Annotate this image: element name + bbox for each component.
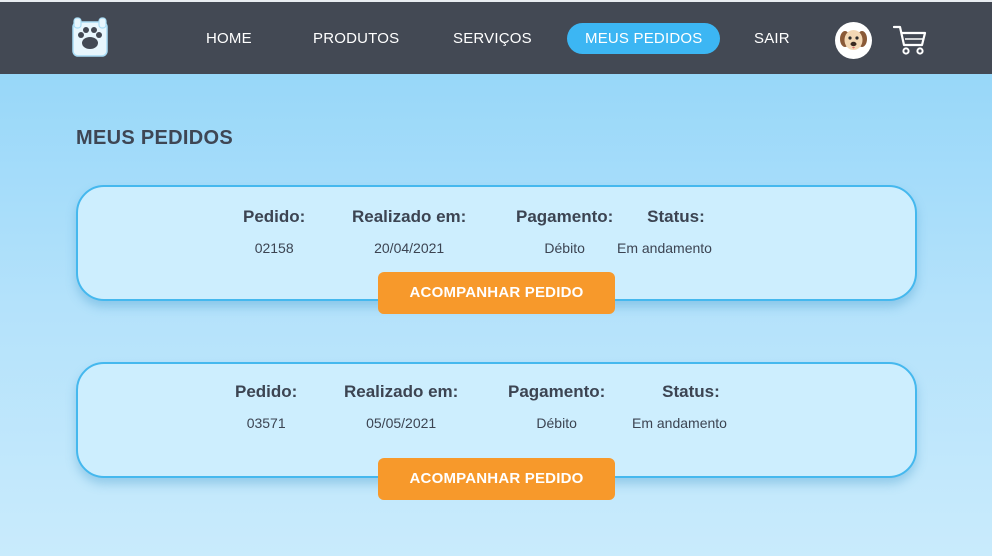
dog-avatar-icon[interactable] [835,22,872,59]
order-number-value: 02158 [254,240,294,256]
order-number-label: Pedido: [243,207,306,226]
order-number-column: Pedido: 02158 [243,207,305,256]
order-number-value: 03571 [246,415,286,431]
order-number-column: Pedido: 03571 [235,382,297,431]
order-status-column: Status: Em andamento [617,207,712,256]
order-status-label: Status: [662,382,720,401]
order-payment-label: Pagamento: [508,382,606,401]
order-payment-value: Débito [544,240,585,256]
order-status-label: Status: [647,207,705,226]
track-order-button[interactable]: ACOMPANHAR PEDIDO [378,272,615,314]
paw-logo-icon[interactable] [72,16,110,58]
nav-meus-pedidos[interactable]: MEUS PEDIDOS [567,23,721,54]
nav-servicos[interactable]: SERVIÇOS [453,30,532,48]
nav-produtos[interactable]: PRODUTOS [313,30,399,48]
order-payment-value: Débito [536,415,577,431]
order-number-label: Pedido: [235,382,298,401]
nav-sair[interactable]: SAIR [754,30,790,48]
order-status-column: Status: Em andamento [632,382,727,431]
track-order-button[interactable]: ACOMPANHAR PEDIDO [378,458,615,500]
order-status-value: Em andamento [632,415,727,431]
order-date-column: Realizado em: 05/05/2021 [344,382,458,431]
order-date-label: Realizado em: [352,207,467,226]
order-payment-label: Pagamento: [516,207,614,226]
cart-icon[interactable] [893,24,927,56]
order-date-value: 20/04/2021 [374,240,445,256]
nav-home[interactable]: HOME [206,30,252,48]
order-payment-column: Pagamento: Débito [516,207,613,256]
page-title: MEUS PEDIDOS [76,127,233,149]
top-navbar: HOME PRODUTOS SERVIÇOS MEUS PEDIDOS SAIR [0,0,992,74]
order-payment-column: Pagamento: Débito [508,382,605,431]
order-status-value: Em andamento [617,240,712,256]
order-date-value: 05/05/2021 [366,415,437,431]
order-date-label: Realizado em: [344,382,459,401]
order-date-column: Realizado em: 20/04/2021 [352,207,466,256]
